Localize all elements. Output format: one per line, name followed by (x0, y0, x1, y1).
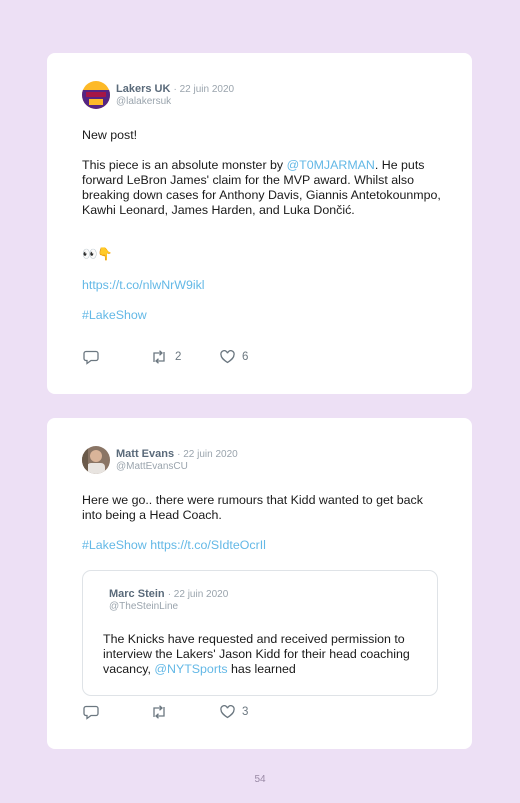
retweet-icon (153, 350, 165, 364)
author-handle[interactable]: @MattEvansCU (116, 461, 188, 472)
retweet-icon (153, 705, 165, 719)
tweet-actions: 3 (83, 705, 283, 721)
author-name[interactable]: Lakers UK · 22 juin 2020 (116, 83, 234, 95)
page-number: 54 (254, 774, 266, 785)
avatar-matt-evans[interactable] (82, 446, 110, 474)
author-name-text[interactable]: Matt Evans (116, 448, 174, 460)
author-name-text[interactable]: Lakers UK (116, 83, 170, 95)
hashtag-link[interactable]: #LakeShow (82, 538, 147, 552)
tweet-date[interactable]: · 22 juin 2020 (177, 449, 238, 460)
tweet-text-paragraph: Here we go.. there were rumours that Kid… (82, 493, 423, 522)
tweet-text-line: New post! (82, 128, 138, 142)
tweet-card-lakers-uk: Lakers UK · 22 juin 2020 @lalakersuk New… (47, 53, 472, 394)
quoted-author-name-text[interactable]: Marc Stein (109, 588, 165, 600)
like-button[interactable]: 3 (220, 705, 248, 719)
like-icon (220, 350, 235, 364)
quoted-tweet[interactable]: Marc Stein · 22 juin 2020 @TheSteinLine … (82, 570, 438, 696)
reply-button[interactable] (83, 350, 99, 365)
reply-button[interactable] (83, 705, 99, 720)
tweet-links-line: #LakeShow https://t.co/SIdteOcrIl (82, 538, 266, 553)
retweet-button[interactable] (150, 705, 168, 719)
tweet-card-matt-evans: Matt Evans · 22 juin 2020 @MattEvansCU H… (47, 418, 472, 749)
quoted-author-name[interactable]: Marc Stein · 22 juin 2020 (109, 588, 228, 600)
retweet-count: 2 (175, 351, 182, 363)
retweet-button[interactable]: 2 (150, 350, 181, 364)
tweet-text-paragraph: This piece is an absolute monster by @T0… (82, 158, 442, 218)
url-link[interactable]: https://t.co/nlwNrW9ikl (82, 278, 205, 293)
author-name[interactable]: Matt Evans · 22 juin 2020 (116, 448, 238, 460)
like-count: 6 (242, 351, 249, 363)
quoted-tweet-date[interactable]: · 22 juin 2020 (168, 589, 229, 600)
like-icon (220, 705, 235, 719)
tweet-actions: 2 6 (83, 350, 283, 366)
reply-icon (83, 350, 99, 365)
quoted-text-segment: has learned (227, 662, 296, 676)
mention-link[interactable]: @NYTSports (154, 662, 227, 676)
quoted-tweet-text: The Knicks have requested and received p… (103, 632, 421, 677)
quoted-author-handle[interactable]: @TheSteinLine (109, 601, 178, 612)
mention-link[interactable]: @T0MJARMAN (287, 158, 375, 172)
like-button[interactable]: 6 (220, 350, 248, 364)
hashtag-link[interactable]: #LakeShow (82, 308, 147, 323)
tweet-date[interactable]: · 22 juin 2020 (173, 84, 234, 95)
tweet-text-segment: This piece is an absolute monster by (82, 158, 287, 172)
avatar-lakers-uk[interactable] (82, 81, 110, 109)
like-count: 3 (242, 706, 249, 718)
url-link[interactable]: https://t.co/SIdteOcrIl (150, 538, 266, 552)
reply-icon (83, 705, 99, 720)
emoji-text: 👀👇 (82, 247, 113, 261)
author-handle[interactable]: @lalakersuk (116, 96, 171, 107)
